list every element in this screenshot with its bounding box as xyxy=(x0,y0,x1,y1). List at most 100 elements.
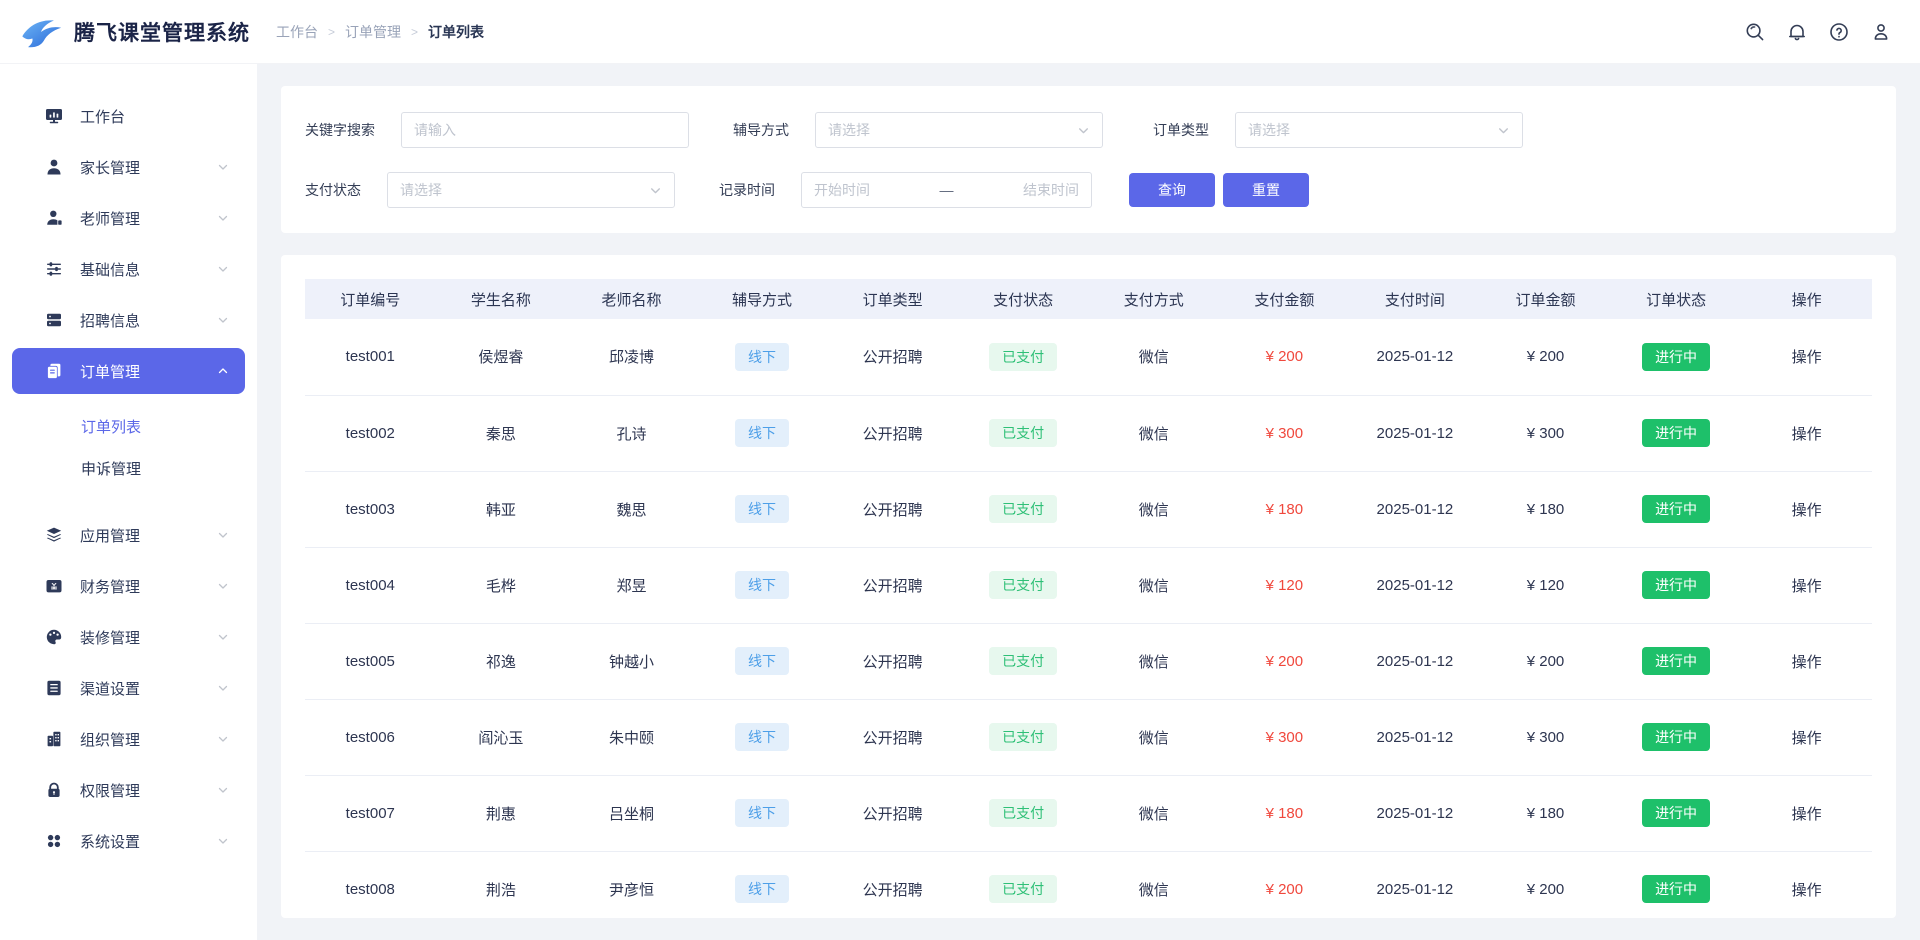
chevron-down-icon xyxy=(217,580,229,592)
cell-order-status: 进行中 xyxy=(1611,395,1742,471)
pay-status-placeholder: 请选择 xyxy=(400,180,442,200)
help-icon[interactable] xyxy=(1828,21,1850,43)
cell-order-no: test004 xyxy=(305,547,436,623)
cell-teacher-name: 吕坐桐 xyxy=(566,775,697,851)
column-header: 操作 xyxy=(1741,279,1872,319)
status-badge: 已支付 xyxy=(989,495,1057,523)
cell-tutor-mode: 线下 xyxy=(697,471,828,547)
pay-status-select[interactable]: 请选择 xyxy=(387,172,675,208)
cell-student-name: 祁逸 xyxy=(436,623,567,699)
tutor-mode-select[interactable]: 请选择 xyxy=(815,112,1103,148)
cell-order-status: 进行中 xyxy=(1611,699,1742,775)
cell-pay-status: 已支付 xyxy=(958,699,1089,775)
cell-pay-status: 已支付 xyxy=(958,623,1089,699)
sidebar-item-permission-management[interactable]: 权限管理 xyxy=(12,767,245,813)
sidebar-subitem-appeal-management[interactable]: 申诉管理 xyxy=(0,449,257,491)
date-range-separator: — xyxy=(940,182,954,198)
cell-order-amount: ¥ 120 xyxy=(1480,547,1611,623)
lock-icon xyxy=(44,780,64,800)
cell-student-name: 秦思 xyxy=(436,395,567,471)
cell-pay-time: 2025-01-12 xyxy=(1350,851,1481,918)
sidebar-item-organization-management[interactable]: 组织管理 xyxy=(12,716,245,762)
search-icon[interactable] xyxy=(1744,21,1766,43)
server-icon xyxy=(44,310,64,330)
sidebar-item-order-management[interactable]: 订单管理 xyxy=(12,348,245,394)
cell-pay-amount: ¥ 180 xyxy=(1219,775,1350,851)
bell-icon[interactable] xyxy=(1786,21,1808,43)
keyword-label: 关键字搜索 xyxy=(305,120,375,140)
action-button[interactable]: 操作 xyxy=(1741,775,1872,851)
cell-student-name: 荆惠 xyxy=(436,775,567,851)
column-header: 订单编号 xyxy=(305,279,436,319)
cell-teacher-name: 钟越小 xyxy=(566,623,697,699)
chevron-down-icon xyxy=(217,161,229,173)
filter-row-1: 关键字搜索 辅导方式 请选择 订单类型 请选择 xyxy=(305,112,1872,148)
action-button[interactable]: 操作 xyxy=(1741,395,1872,471)
sidebar-item-teacher-management[interactable]: 老师管理 xyxy=(12,195,245,241)
status-badge: 已支付 xyxy=(989,723,1057,751)
column-header: 学生名称 xyxy=(436,279,567,319)
breadcrumb-item-order-management[interactable]: 订单管理 xyxy=(345,22,401,42)
cell-tutor-mode: 线下 xyxy=(697,699,828,775)
chevron-down-icon xyxy=(217,682,229,694)
column-header: 支付金额 xyxy=(1219,279,1350,319)
action-button[interactable]: 操作 xyxy=(1741,547,1872,623)
cell-student-name: 阎沁玉 xyxy=(436,699,567,775)
action-button[interactable]: 操作 xyxy=(1741,623,1872,699)
sidebar-item-finance-management[interactable]: 财务管理 xyxy=(12,563,245,609)
bird-logo-icon xyxy=(18,11,64,53)
column-header: 支付方式 xyxy=(1088,279,1219,319)
chevron-down-icon xyxy=(217,314,229,326)
cell-order-no: test006 xyxy=(305,699,436,775)
sidebar-subitem-order-list[interactable]: 订单列表 xyxy=(0,407,257,449)
cell-pay-time: 2025-01-12 xyxy=(1350,547,1481,623)
end-date-input[interactable]: 结束时间 xyxy=(1023,180,1079,200)
table-row: test005祁逸钟越小线下公开招聘已支付微信¥ 2002025-01-12¥ … xyxy=(305,623,1872,699)
breadcrumb: 工作台 > 订单管理 > 订单列表 xyxy=(276,22,484,42)
cell-order-status: 进行中 xyxy=(1611,851,1742,918)
monitor-icon xyxy=(44,106,64,126)
action-button[interactable]: 操作 xyxy=(1741,319,1872,395)
status-badge: 进行中 xyxy=(1642,875,1710,903)
sidebar-item-parent-management[interactable]: 家长管理 xyxy=(12,144,245,190)
cell-order-status: 进行中 xyxy=(1611,623,1742,699)
order-type-placeholder: 请选择 xyxy=(1248,120,1290,140)
reset-button[interactable]: 重置 xyxy=(1223,173,1309,207)
sidebar-item-decoration-management[interactable]: 装修管理 xyxy=(12,614,245,660)
breadcrumb-item-order-list: 订单列表 xyxy=(428,22,484,42)
cell-tutor-mode: 线下 xyxy=(697,775,828,851)
cell-tutor-mode: 线下 xyxy=(697,319,828,395)
cell-order-type: 公开招聘 xyxy=(827,623,958,699)
tutor-mode-placeholder: 请选择 xyxy=(828,120,870,140)
keyword-input[interactable] xyxy=(401,112,689,148)
user-icon[interactable] xyxy=(1870,21,1892,43)
status-badge: 线下 xyxy=(735,723,789,751)
app-title: 腾飞课堂管理系统 xyxy=(74,17,250,47)
cell-order-no: test003 xyxy=(305,471,436,547)
chevron-down-icon xyxy=(217,263,229,275)
breadcrumb-item-workbench[interactable]: 工作台 xyxy=(276,22,318,42)
cell-order-no: test008 xyxy=(305,851,436,918)
action-button[interactable]: 操作 xyxy=(1741,699,1872,775)
record-time-range-picker[interactable]: 开始时间 — 结束时间 xyxy=(801,172,1092,208)
sidebar-item-basic-info[interactable]: 基础信息 xyxy=(12,246,245,292)
sidebar-item-channel-settings[interactable]: 渠道设置 xyxy=(12,665,245,711)
cell-order-status: 进行中 xyxy=(1611,471,1742,547)
order-type-select[interactable]: 请选择 xyxy=(1235,112,1523,148)
cell-tutor-mode: 线下 xyxy=(697,851,828,918)
sidebar-item-recruitment-info[interactable]: 招聘信息 xyxy=(12,297,245,343)
cell-pay-status: 已支付 xyxy=(958,851,1089,918)
sidebar-item-workbench[interactable]: 工作台 xyxy=(12,93,245,139)
action-button[interactable]: 操作 xyxy=(1741,851,1872,918)
sidebar-item-app-management[interactable]: 应用管理 xyxy=(12,512,245,558)
action-button[interactable]: 操作 xyxy=(1741,471,1872,547)
cell-pay-amount: ¥ 200 xyxy=(1219,319,1350,395)
cell-pay-status: 已支付 xyxy=(958,547,1089,623)
search-button[interactable]: 查询 xyxy=(1129,173,1215,207)
sidebar-item-system-settings[interactable]: 系统设置 xyxy=(12,818,245,864)
building-icon xyxy=(44,729,64,749)
chevron-down-icon xyxy=(217,529,229,541)
cell-order-no: test002 xyxy=(305,395,436,471)
start-date-input[interactable]: 开始时间 xyxy=(814,180,870,200)
column-header: 老师名称 xyxy=(566,279,697,319)
